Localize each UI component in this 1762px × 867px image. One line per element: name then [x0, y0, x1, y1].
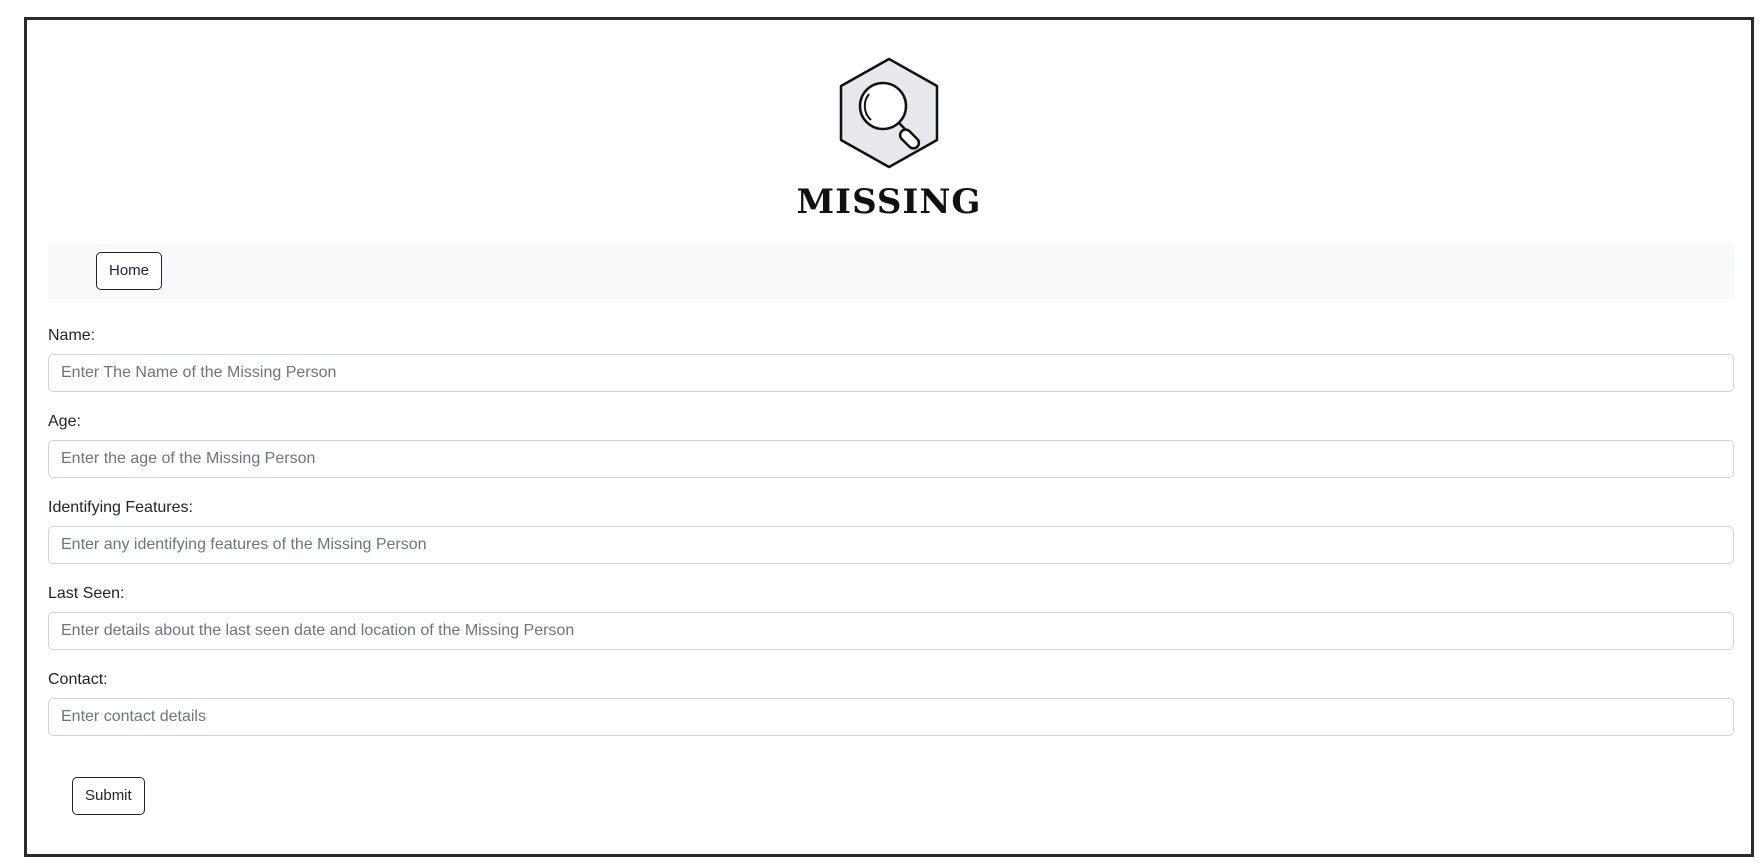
- navbar: Home: [48, 244, 1734, 299]
- magnifying-glass-icon: [839, 57, 939, 169]
- last-seen-label: Last Seen:: [48, 585, 125, 602]
- page-frame: MISSING Home Name: Age: Identifying Feat…: [24, 17, 1754, 857]
- identifying-features-input[interactable]: [48, 526, 1734, 564]
- contact-input[interactable]: [48, 698, 1734, 736]
- contact-label: Contact:: [48, 671, 108, 688]
- home-button[interactable]: Home: [96, 252, 163, 290]
- age-label: Age:: [48, 413, 81, 430]
- identifying-features-label: Identifying Features:: [48, 499, 193, 516]
- age-input[interactable]: [48, 440, 1734, 478]
- name-label: Name:: [48, 327, 96, 344]
- name-input[interactable]: [48, 354, 1734, 392]
- logo: MISSING: [27, 56, 1751, 219]
- last-seen-input[interactable]: [48, 612, 1734, 650]
- logo-text: MISSING: [796, 182, 982, 222]
- submit-button[interactable]: Submit: [72, 777, 145, 815]
